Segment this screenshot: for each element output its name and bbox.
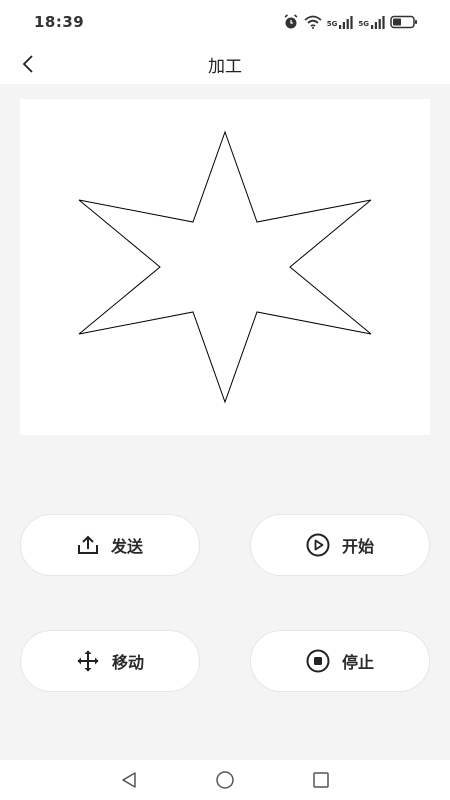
battery-icon [390,15,417,29]
move-label: 移动 [111,653,144,672]
drawing-canvas [20,99,430,435]
nav-recents-button[interactable] [304,763,338,797]
back-button[interactable] [14,50,42,78]
stop-label: 停止 [341,653,374,672]
signal-icon [339,16,353,29]
status-bar: 18:39 5G 5G [0,0,450,44]
chevron-left-icon [22,55,33,73]
status-time: 18:39 [34,13,85,31]
wifi-icon [304,15,322,29]
start-button[interactable]: 开始 [250,514,430,576]
move-button[interactable]: 移动 [20,630,200,692]
start-label: 开始 [341,537,374,556]
recents-square-icon [313,772,329,788]
stop-button[interactable]: 停止 [250,630,430,692]
signal-icon [371,16,385,29]
alarm-icon [284,14,298,29]
stop-circle-icon [306,649,330,673]
back-triangle-icon [122,772,136,788]
star-shape [78,130,372,404]
page-title: 加工 [208,56,242,77]
send-label: 发送 [110,537,143,556]
network-type-2: 5G [358,20,369,28]
screen: 18:39 5G 5G 加工 发送 开始 移动 停止 [0,0,450,800]
send-button[interactable]: 发送 [20,514,200,576]
status-icons: 5G 5G [283,14,418,30]
upload-icon [77,535,98,554]
play-circle-icon [306,533,330,557]
app-bar: 加工 [0,44,450,84]
system-nav-bar [0,760,450,800]
nav-back-button[interactable] [112,763,146,797]
move-arrows-icon [77,650,99,672]
home-circle-icon [216,771,234,789]
nav-home-button[interactable] [208,763,242,797]
network-type-1: 5G [326,20,338,28]
